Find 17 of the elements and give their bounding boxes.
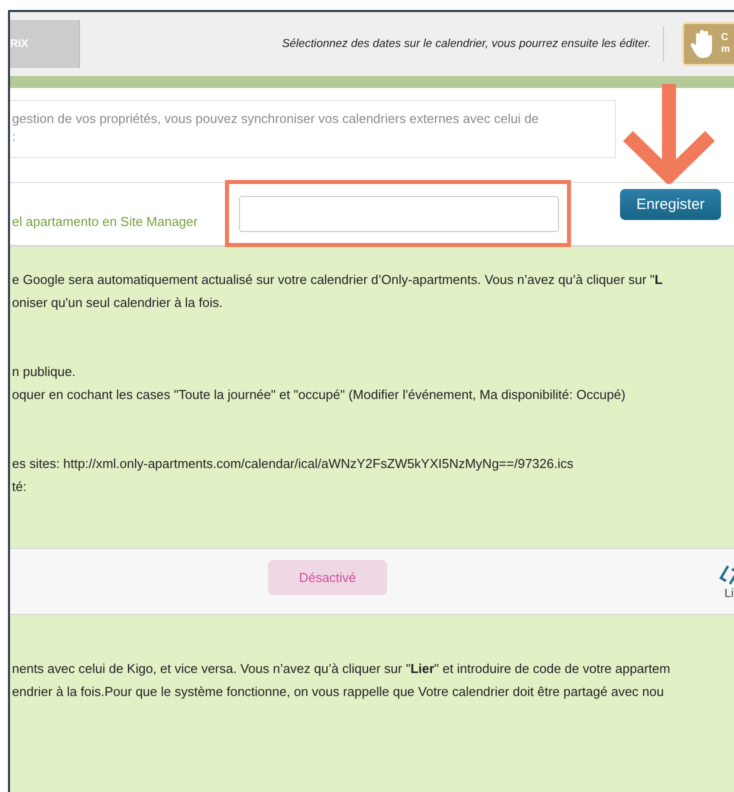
paragraph-text: oniser qu'un seul calendrier à la fois.: [12, 294, 224, 312]
apartment-code-field[interactable]: [239, 196, 559, 232]
info-text: :: [12, 128, 17, 146]
paragraph-text: endrier à la fois.Pour que le système fonctionne, on vous rappelle que Votre calendrier doit être partagé avec nou: [12, 683, 665, 701]
paragraph-text: e Google sera automatiquement actualisé sur votre calendrier d’Only-apartments. Vous n’avez qu’à cliquer sur "L: [12, 271, 664, 289]
info-text: gestion de vos propriétés, vous pouvez synchroniser vos calendriers externes avec celui de: [12, 110, 540, 128]
paragraph-text: oquer en cochant les cases "Toute la journée" et "occupé" (Modifier l'événement, Ma disponibilité: Occupé): [12, 386, 626, 404]
calendar-hint: Sélectionnez des dates sur le calendrier, vous pourrez ensuite les éditer.: [280, 38, 652, 50]
status-badge: Désactivé: [268, 560, 387, 595]
paragraph-text: té:: [12, 478, 28, 496]
sync-label: el apartamento en Site Manager: [12, 212, 199, 228]
paragraph-text: es sites: http://xml.only-apartments.com/calendar/ical/aWNzY2FsZW5kYXI5NzMyNg==/97326.ics: [12, 455, 574, 473]
paragraph-text: n publique.: [12, 363, 77, 381]
chain-link-icon: [719, 564, 734, 586]
save-button[interactable]: Enregister: [620, 188, 721, 220]
link-button[interactable]: Li: [714, 564, 734, 600]
paragraph-text: nents avec celui de Kigo, et vice versa. Vous n’avez qu’à cliquer sur "Lier" et introduire de code de votre appartem: [12, 660, 672, 678]
